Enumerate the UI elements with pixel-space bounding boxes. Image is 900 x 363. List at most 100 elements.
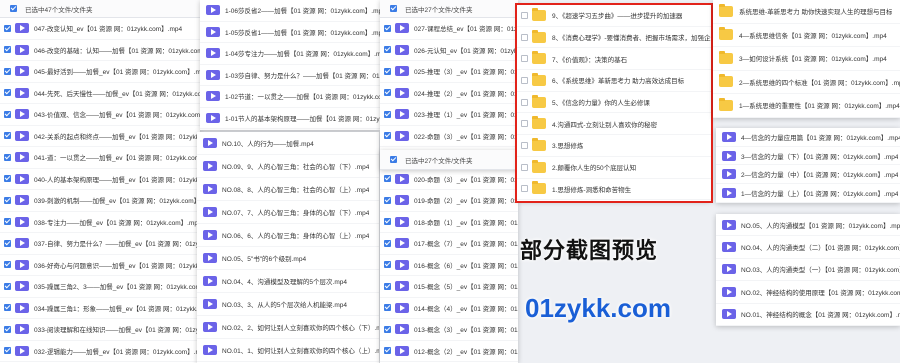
file-row[interactable]: 012-概念（2）_ev【01 资源 网：01zykk.com】.mp4 — [380, 341, 518, 362]
file-row[interactable]: 046-改变的基础：认知——加餐【01 资源 网：01zykk.com】.mp4 — [0, 40, 200, 61]
file-row[interactable]: 3—信念的力量（下）【01 资源 网：01zykk.com】.mp4 — [716, 147, 900, 166]
file-row[interactable]: 024-推理（2）_ev【01 资源 网：01zykk.com】.mp4 — [380, 83, 518, 104]
file-row[interactable]: 4—信念的力量应用篇【01 资源 网：01zykk.com】.mp4 — [716, 128, 900, 147]
row-checkbox[interactable] — [384, 218, 391, 226]
row-checkbox[interactable] — [4, 239, 11, 247]
row-checkbox[interactable] — [384, 347, 391, 355]
file-row[interactable]: NO.04、4、沟通模型及理解的5个层次.mp4 — [197, 270, 379, 293]
folder-row[interactable]: 系统思维-革新思考力 助你快速实现人生的理想与目标 — [713, 0, 900, 24]
folder-row[interactable]: 3.思想修炼 — [517, 135, 711, 157]
file-row[interactable]: 013-概念（3）_ev【01 资源 网：01zykk.com】.mp4 — [380, 319, 518, 341]
folder-row[interactable]: 1.思想修炼-洞悉和命苦物生 — [517, 179, 711, 201]
file-row[interactable]: 045-最好活到——加餐_ev【01 资源 网：01zykk.com】.mp4 — [0, 61, 200, 83]
row-checkbox[interactable] — [521, 11, 528, 19]
file-row[interactable]: 039-刺激的机制——加餐_ev【01 资源 网：01zykk.com】.mp4 — [0, 190, 200, 212]
file-row[interactable]: 2—信念的力量（中）【01 资源 网：01zykk.com】.mp4 — [716, 165, 900, 185]
file-row[interactable]: 023-推理（1）_ev【01 资源 网：01zykk.com】.mp4 — [380, 104, 518, 126]
row-checkbox[interactable] — [521, 76, 528, 84]
file-row[interactable]: NO.07、7、人的心智三角：身体的心智（下）.mp4 — [197, 201, 379, 224]
file-row[interactable]: 022-命题（3）_ev【01 资源 网：01zykk.com】.mp4 — [380, 126, 518, 147]
file-row[interactable]: 036-好奇心与问题意识——加餐_ev【01 资源 网：01zykk.com】.… — [0, 255, 200, 276]
file-row[interactable]: 027-课程总结_ev【01 资源 网：01zykk.com】.mp4 — [380, 18, 518, 40]
row-checkbox[interactable] — [4, 132, 11, 140]
file-row[interactable]: 033-阅读理解和在线知识——加餐_ev【01 资源 网：01zykk.com】… — [0, 319, 200, 341]
file-row[interactable]: 035-躁属三角2、3——加餐_ev【01 资源 网：01zykk.com】.m… — [0, 276, 200, 298]
file-row[interactable]: 026-元认知_ev【01 资源 网：01zykk.com】.mp4 — [380, 40, 518, 61]
file-row[interactable]: 1-06莎反省2——加餐【01 资源 网：01zykk.com】.mp4 — [200, 0, 380, 22]
row-checkbox[interactable] — [521, 185, 528, 193]
file-row[interactable]: 016-概念（6）_ev【01 资源 网：01zykk.com】.mp4 — [380, 255, 518, 276]
row-checkbox[interactable] — [4, 89, 11, 97]
file-row[interactable]: 018-命题（1）_ev【01 资源 网：01zykk.com】.mp4 — [380, 212, 518, 233]
file-row[interactable]: 1-05莎反省1——加餐【01 资源 网：01zykk.com】.mp4 — [200, 22, 380, 43]
file-row[interactable]: 025-推理（3）_ev【01 资源 网：01zykk.com】.mp4 — [380, 61, 518, 83]
row-checkbox[interactable] — [384, 325, 391, 333]
row-checkbox[interactable] — [4, 304, 11, 312]
row-checkbox[interactable] — [4, 282, 11, 290]
row-checkbox[interactable] — [384, 132, 391, 140]
file-row[interactable]: 1—信念的力量（上）【01 资源 网：01zykk.com】.mp4 — [716, 184, 900, 203]
row-checkbox[interactable] — [384, 67, 391, 75]
row-checkbox[interactable] — [4, 110, 11, 118]
folder-row[interactable]: 4—系统思维信条【01 资源 网：01zykk.com】.mp4 — [713, 24, 900, 47]
folder-row[interactable]: 5、《信念的力量》你的人生必修课 — [517, 92, 711, 114]
file-row[interactable]: NO.09、9、人的心智三角：社会的心智（下）.mp4 — [197, 155, 379, 178]
row-checkbox[interactable] — [521, 33, 528, 41]
row-checkbox[interactable] — [4, 67, 11, 75]
file-row[interactable]: 041-道：一以贯之——加餐_ev【01 资源 网：01zykk.com】.mp… — [0, 147, 200, 169]
file-row[interactable]: 042-关系的起点和终点——加餐_ev【01 资源 网：01zykk.com】.… — [0, 126, 200, 147]
file-row[interactable]: 040-人的基本架构原理——加餐_ev【01 资源 网：01zykk.com】.… — [0, 169, 200, 190]
file-row[interactable]: 032-逻辑能力——加餐_ev【01 资源 网：01zykk.com】.mp4 — [0, 341, 200, 362]
row-checkbox[interactable] — [384, 282, 391, 290]
row-checkbox[interactable] — [4, 218, 11, 226]
file-row[interactable]: 043-价值观、信念——加餐_ev【01 资源 网：01zykk.com】.mp… — [0, 104, 200, 126]
row-checkbox[interactable] — [521, 55, 528, 63]
file-row[interactable]: 017-概念（7）_ev【01 资源 网：01zykk.com】.mp4 — [380, 233, 518, 255]
select-all-checkbox[interactable] — [10, 5, 17, 12]
file-row[interactable]: NO.02、2、如何让别人立刻喜欢你的四个核心（下）.mp4 — [197, 316, 379, 339]
file-row[interactable]: 015-概念（5）_ev【01 资源 网：01zykk.com】.mp4 — [380, 276, 518, 298]
file-row[interactable]: 047-改变认知_ev【01 资源 网：01zykk.com】.mp4 — [0, 18, 200, 40]
row-checkbox[interactable] — [4, 325, 11, 333]
file-row[interactable]: NO.10、人的行为——加餐.mp4 — [197, 132, 379, 155]
row-checkbox[interactable] — [4, 196, 11, 204]
file-row[interactable]: 1-02节道：一以贯之——加餐【01 资源 网：01zykk.com】.mp4 — [200, 86, 380, 108]
file-row[interactable]: NO.01、1、如何让别人立刻喜欢你的四个核心（上）.mp4 — [197, 339, 379, 362]
file-row[interactable]: 1-03莎自律、努力是什么？——加餐【01 资源 网：01zykk.com】.m… — [200, 65, 380, 86]
row-checkbox[interactable] — [384, 89, 391, 97]
file-row[interactable]: NO.05、5"书"的6个级别.mp4 — [197, 247, 379, 270]
select-all-checkbox[interactable] — [390, 5, 397, 12]
folder-row[interactable]: 4.沟通四式-立刻让别人喜欢你的秘密 — [517, 113, 711, 136]
file-row[interactable]: 037-自律、努力是什么？——加餐_ev【01 资源 网：01zykk.com】… — [0, 233, 200, 255]
row-checkbox[interactable] — [4, 153, 11, 161]
row-checkbox[interactable] — [521, 98, 528, 106]
file-row[interactable]: NO.02、神经结构的使用原理【01 资源 网：01zykk.com】.mp4 — [716, 281, 900, 304]
row-checkbox[interactable] — [4, 24, 11, 32]
file-row[interactable]: NO.06、6、人的心智三角：身体的心智（上）.mp4 — [197, 224, 379, 247]
file-row[interactable]: NO.04、人的沟通类型（二）【01 资源 网：01zykk.com】.mp4 — [716, 236, 900, 259]
file-row[interactable]: NO.03、人的沟通类型（一）【01 资源 网：01zykk.com】.mp4 — [716, 259, 900, 282]
row-checkbox[interactable] — [4, 261, 11, 269]
row-checkbox[interactable] — [4, 46, 11, 54]
folder-row[interactable]: 1—系统思维的重要性【01 资源 网：01zykk.com】.mp4 — [713, 94, 900, 118]
file-row[interactable]: NO.03、3、从人的5个层次给人机能梁.mp4 — [197, 293, 379, 316]
row-checkbox[interactable] — [384, 304, 391, 312]
folder-row[interactable]: 2.颠覆你人生的50个底层认知 — [517, 157, 711, 179]
file-row[interactable]: 038-专注力——加餐_ev【01 资源 网：01zykk.com】.mp4 — [0, 212, 200, 233]
row-checkbox[interactable] — [384, 46, 391, 54]
file-row[interactable]: NO.08、8、人的心智三角：社会的心智（上）.mp4 — [197, 178, 379, 201]
row-checkbox[interactable] — [384, 239, 391, 247]
folder-row[interactable]: 7、《价值观》：决策的基石 — [517, 48, 711, 71]
file-row[interactable]: 020-命题（3）_ev【01 资源 网：01zykk.com】.mp4 — [380, 169, 518, 190]
select-all-checkbox[interactable] — [390, 156, 397, 163]
file-row[interactable]: 044-先死、后天慢性——加餐_ev【01 资源 网：01zykk.com】.m… — [0, 83, 200, 104]
file-row[interactable]: NO.05、人的沟通模型【01 资源 网：01zykk.com】.mp4 — [716, 214, 900, 237]
row-checkbox[interactable] — [521, 120, 528, 128]
row-checkbox[interactable] — [521, 163, 528, 171]
folder-row[interactable]: 9、《超速学习五步曲》——进步提升的加速器 — [517, 5, 711, 27]
file-row[interactable]: 014-概念（4）_ev【01 资源 网：01zykk.com】.mp4 — [380, 298, 518, 319]
folder-row[interactable]: 2—系统思维的四个标准【01 资源 网：01zykk.com】.mp4 — [713, 71, 900, 94]
row-checkbox[interactable] — [4, 347, 11, 355]
file-row[interactable]: 034-躁属三角1：形象——加餐_ev【01 资源 网：01zykk.com】.… — [0, 298, 200, 319]
row-checkbox[interactable] — [4, 175, 11, 183]
